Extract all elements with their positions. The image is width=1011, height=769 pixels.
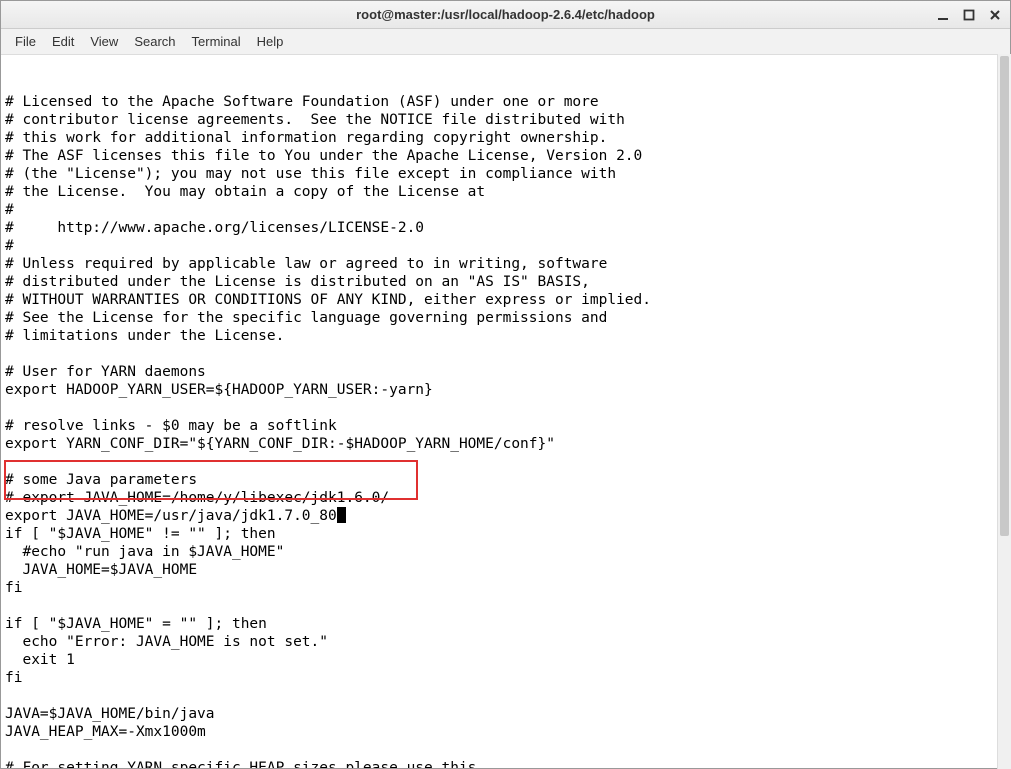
menu-help[interactable]: Help xyxy=(249,31,292,52)
window-titlebar: root@master:/usr/local/hadoop-2.6.4/etc/… xyxy=(1,1,1010,29)
terminal-line: # resolve links - $0 may be a softlink xyxy=(5,417,1006,435)
menu-edit[interactable]: Edit xyxy=(44,31,82,52)
minimize-button[interactable] xyxy=(936,8,950,22)
menu-file[interactable]: File xyxy=(7,31,44,52)
terminal-line: # distributed under the License is distr… xyxy=(5,273,1006,291)
terminal-line xyxy=(5,399,1006,417)
terminal-line: #echo "run java in $JAVA_HOME" xyxy=(5,543,1006,561)
terminal-line: # the License. You may obtain a copy of … xyxy=(5,183,1006,201)
terminal-line: # xyxy=(5,201,1006,219)
terminal-line: # User for YARN daemons xyxy=(5,363,1006,381)
terminal-line: export YARN_CONF_DIR="${YARN_CONF_DIR:-$… xyxy=(5,435,1006,453)
terminal-line: # contributor license agreements. See th… xyxy=(5,111,1006,129)
close-button[interactable] xyxy=(988,8,1002,22)
terminal-line: # Licensed to the Apache Software Founda… xyxy=(5,93,1006,111)
terminal-line: echo "Error: JAVA_HOME is not set." xyxy=(5,633,1006,651)
terminal-line: fi xyxy=(5,669,1006,687)
terminal-line xyxy=(5,741,1006,759)
terminal-line: # WITHOUT WARRANTIES OR CONDITIONS OF AN… xyxy=(5,291,1006,309)
window-controls xyxy=(936,8,1002,22)
scrollbar-thumb[interactable] xyxy=(1000,56,1009,536)
terminal-line xyxy=(5,597,1006,615)
terminal-line: export HADOOP_YARN_USER=${HADOOP_YARN_US… xyxy=(5,381,1006,399)
terminal-line: # (the "License"); you may not use this … xyxy=(5,165,1006,183)
scrollbar[interactable] xyxy=(997,54,1011,769)
terminal-line: # The ASF licenses this file to You unde… xyxy=(5,147,1006,165)
terminal-line: # http://www.apache.org/licenses/LICENSE… xyxy=(5,219,1006,237)
terminal-line: # xyxy=(5,237,1006,255)
terminal-line: # See the License for the specific langu… xyxy=(5,309,1006,327)
window-title: root@master:/usr/local/hadoop-2.6.4/etc/… xyxy=(356,7,655,22)
terminal-line: # For setting YARN specific HEAP sizes p… xyxy=(5,759,1006,768)
terminal-line: if [ "$JAVA_HOME" != "" ]; then xyxy=(5,525,1006,543)
terminal-line: # Unless required by applicable law or a… xyxy=(5,255,1006,273)
terminal-line: fi xyxy=(5,579,1006,597)
terminal-line xyxy=(5,453,1006,471)
terminal-line: exit 1 xyxy=(5,651,1006,669)
terminal-line: export JAVA_HOME=/usr/java/jdk1.7.0_80 xyxy=(5,507,1006,525)
terminal-line: if [ "$JAVA_HOME" = "" ]; then xyxy=(5,615,1006,633)
terminal-line xyxy=(5,687,1006,705)
terminal-line: # export JAVA_HOME=/home/y/libexec/jdk1.… xyxy=(5,489,1006,507)
menu-terminal[interactable]: Terminal xyxy=(184,31,249,52)
terminal-line: # this work for additional information r… xyxy=(5,129,1006,147)
menubar: File Edit View Search Terminal Help xyxy=(1,29,1010,55)
terminal-line: # limitations under the License. xyxy=(5,327,1006,345)
terminal-line: JAVA=$JAVA_HOME/bin/java xyxy=(5,705,1006,723)
maximize-button[interactable] xyxy=(962,8,976,22)
terminal-line: JAVA_HEAP_MAX=-Xmx1000m xyxy=(5,723,1006,741)
menu-search[interactable]: Search xyxy=(126,31,183,52)
terminal-line: JAVA_HOME=$JAVA_HOME xyxy=(5,561,1006,579)
cursor xyxy=(337,507,346,523)
terminal-line: # some Java parameters xyxy=(5,471,1006,489)
menu-view[interactable]: View xyxy=(82,31,126,52)
terminal-content[interactable]: # Licensed to the Apache Software Founda… xyxy=(1,55,1010,768)
terminal-line xyxy=(5,345,1006,363)
